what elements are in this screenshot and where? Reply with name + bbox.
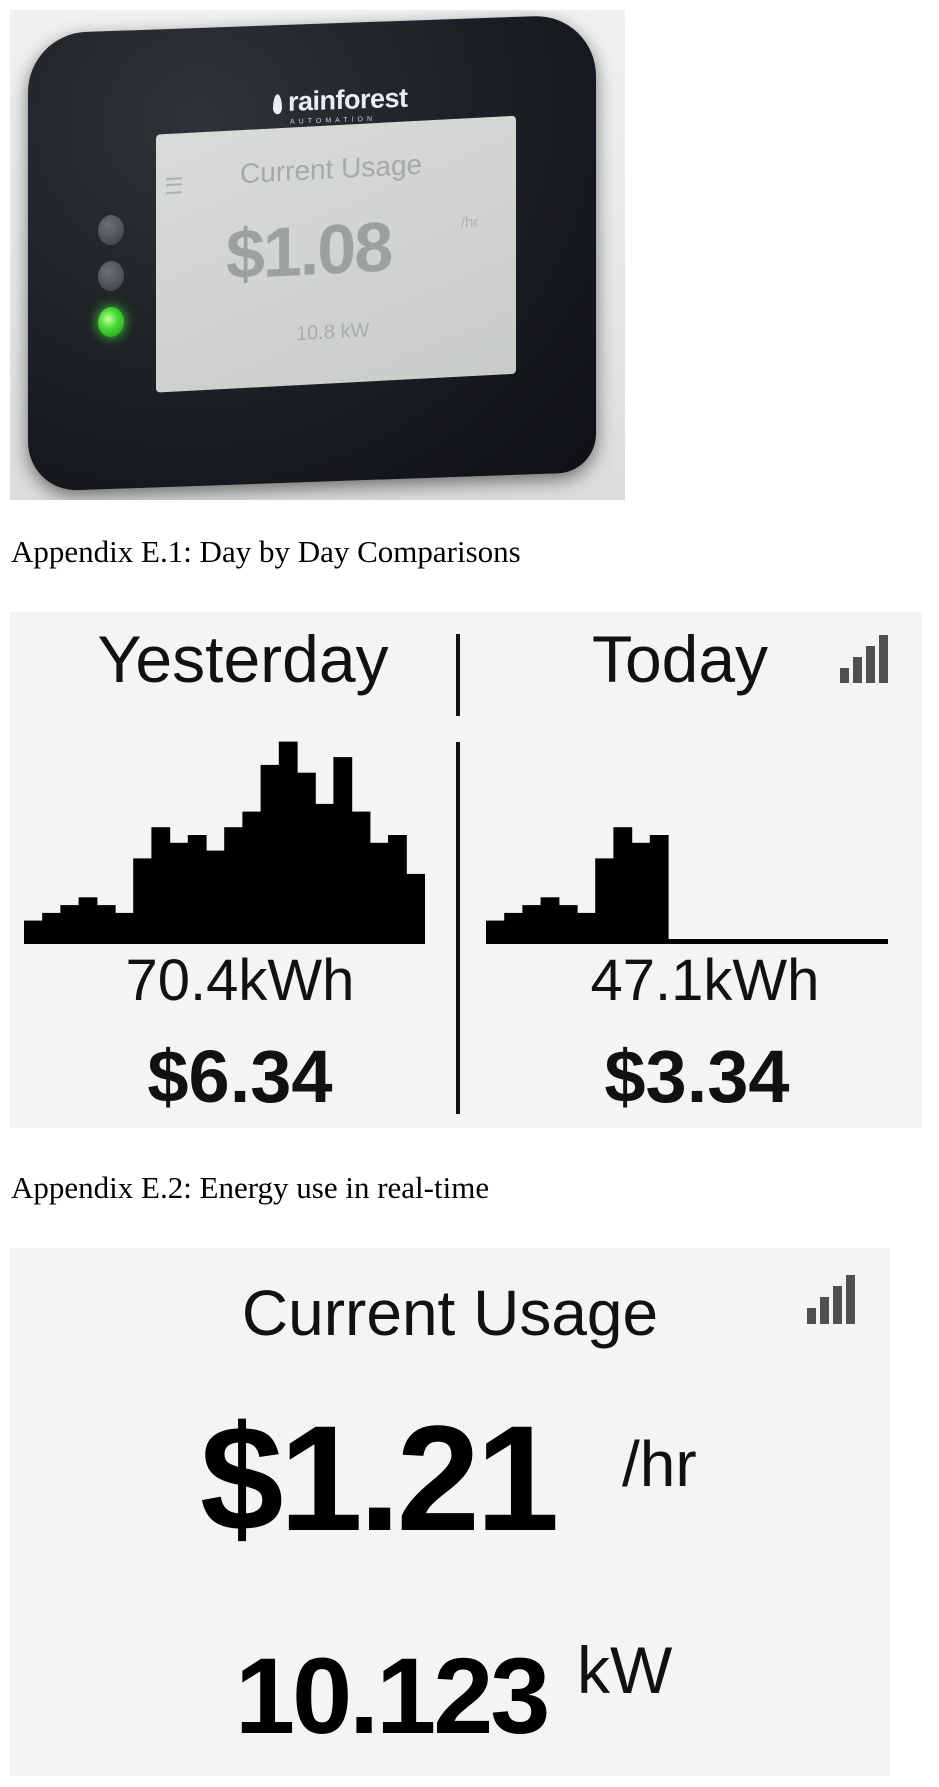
- yesterday-label: Yesterday: [97, 622, 388, 696]
- histogram-bar: [333, 757, 353, 944]
- histogram-bar: [60, 905, 80, 944]
- yesterday-chart: [24, 741, 425, 944]
- screen-value: $1.08: [226, 207, 392, 294]
- histogram-bar: [369, 842, 389, 944]
- current-usage-title: Current Usage: [242, 1277, 658, 1349]
- histogram-bar: [558, 905, 578, 944]
- histogram-bar: [351, 811, 371, 944]
- caption-day-by-day: Appendix E.1: Day by Day Comparisons: [11, 534, 521, 569]
- current-usage-panel: Current Usage $1.21 /hr 10.123 kW: [10, 1248, 890, 1776]
- histogram-bar: [540, 897, 560, 944]
- histogram-bar: [78, 897, 98, 944]
- current-cost-unit: /hr: [622, 1428, 697, 1500]
- histogram-bar: [631, 842, 651, 944]
- today-kwh: 47.1kWh: [591, 948, 820, 1013]
- histogram-bar: [297, 772, 316, 944]
- drop-icon: [273, 94, 282, 115]
- histogram-bar: [169, 842, 189, 944]
- histogram-bar: [187, 835, 207, 944]
- led-off-icon: [98, 214, 124, 246]
- day-comparison-graphic: Yesterday Today 70.4kWh 47.1kWh $6.34 $3…: [24, 622, 888, 1118]
- histogram-bar: [260, 764, 280, 944]
- brand-logo: rainforest: [273, 83, 408, 119]
- screen-title: Current Usage: [240, 148, 423, 190]
- yesterday-cost: $6.34: [147, 1035, 332, 1118]
- device-screen: Current Usage $1.08 /hr 10.8 kW: [156, 115, 516, 393]
- signal-bars-icon: [807, 1275, 855, 1324]
- screen-kw: 10.8 kW: [296, 319, 370, 346]
- current-power-unit: kW: [577, 1633, 673, 1707]
- signal-bars-icon: [840, 635, 888, 683]
- histogram-bar: [522, 905, 542, 944]
- energy-monitor-device: rainforest AUTOMATION Current Usage $1.0…: [28, 14, 596, 492]
- histogram-bar: [595, 858, 614, 944]
- current-usage-graphic: Current Usage $1.21 /hr 10.123 kW: [200, 1275, 855, 1756]
- brand-name: rainforest: [288, 82, 408, 117]
- histogram-bar: [388, 835, 407, 944]
- led-green-icon: [98, 306, 124, 338]
- histogram-bar: [613, 827, 633, 944]
- histogram-bar: [42, 912, 61, 944]
- histogram-bar: [278, 741, 298, 944]
- today-baseline: [486, 939, 888, 944]
- today-cost: $3.34: [604, 1035, 789, 1118]
- divider-bottom: [456, 742, 460, 1114]
- today-chart: [486, 827, 669, 944]
- current-power: 10.123: [235, 1635, 547, 1756]
- histogram-bar: [133, 858, 152, 944]
- divider-top: [456, 634, 460, 716]
- day-comparison-panel: Yesterday Today 70.4kWh 47.1kWh $6.34 $3…: [10, 612, 922, 1128]
- histogram-bar: [649, 835, 669, 944]
- current-cost: $1.21: [200, 1394, 556, 1562]
- today-label: Today: [592, 622, 768, 696]
- device-photo: rainforest AUTOMATION Current Usage $1.0…: [10, 10, 625, 500]
- histogram-bar: [151, 827, 171, 944]
- histogram-bar: [24, 920, 43, 944]
- yesterday-kwh: 70.4kWh: [126, 948, 355, 1013]
- histogram-bar: [115, 912, 134, 944]
- screen-unit: /hr: [461, 213, 479, 232]
- caption-real-time: Appendix E.2: Energy use in real-time: [11, 1170, 490, 1205]
- menu-icon: [166, 177, 182, 195]
- histogram-bar: [406, 873, 425, 944]
- histogram-bar: [242, 811, 262, 944]
- led-off-icon: [98, 260, 124, 292]
- histogram-bar: [96, 905, 116, 944]
- histogram-bar: [224, 827, 243, 944]
- histogram-bar: [206, 850, 225, 944]
- histogram-bar: [315, 803, 334, 944]
